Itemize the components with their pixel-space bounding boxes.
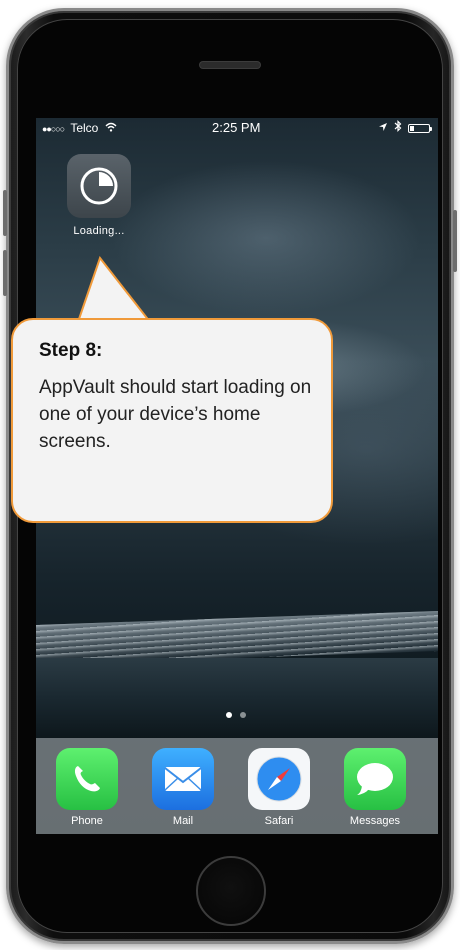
location-icon: [378, 118, 388, 138]
page-dot-active: [226, 712, 232, 718]
carrier-name: Telco: [70, 121, 99, 135]
mail-icon[interactable]: [152, 748, 214, 810]
status-time: 2:25 PM: [212, 120, 261, 135]
dock-item-mail[interactable]: Mail: [148, 748, 218, 827]
app-label: Loading...: [73, 225, 125, 237]
callout-title: Step 8:: [39, 340, 103, 361]
bluetooth-icon: [394, 118, 402, 138]
status-bar: ●●○○○ Telco 2:25 PM: [36, 118, 438, 138]
volume-button: [3, 250, 7, 296]
dock-label: Mail: [172, 815, 194, 827]
dock: Phone Mail Safari Messages: [36, 738, 438, 834]
signal-icon: ●●○○○: [42, 124, 65, 134]
messages-icon[interactable]: [344, 748, 406, 810]
appvault-app[interactable]: Loading...: [64, 154, 134, 237]
wallpaper-sea: [36, 658, 438, 738]
wifi-icon: [105, 121, 117, 135]
dock-item-phone[interactable]: Phone: [52, 748, 122, 827]
home-button[interactable]: [196, 856, 266, 926]
battery-icon: [408, 123, 432, 133]
power-button: [453, 210, 457, 272]
carrier-indicator: ●●○○○ Telco: [42, 118, 117, 139]
volume-button: [3, 190, 7, 236]
instruction-callout: Step 8: AppVault should start loading on…: [11, 318, 333, 523]
wallpaper-wave: [36, 610, 438, 666]
dock-label: Phone: [71, 815, 103, 827]
page-indicator[interactable]: [226, 712, 246, 718]
dock-item-safari[interactable]: Safari: [244, 748, 314, 827]
earpiece-speaker: [200, 62, 260, 68]
callout-pointer: [70, 256, 160, 322]
callout-body: AppVault should start loading on one of …: [39, 377, 312, 452]
status-right: [378, 118, 432, 138]
safari-icon[interactable]: [248, 748, 310, 810]
loading-pie-icon[interactable]: [67, 154, 131, 218]
dock-label: Messages: [349, 815, 401, 827]
dock-label: Safari: [264, 815, 294, 827]
phone-icon[interactable]: [56, 748, 118, 810]
dock-item-messages[interactable]: Messages: [340, 748, 410, 827]
page-dot: [240, 712, 246, 718]
